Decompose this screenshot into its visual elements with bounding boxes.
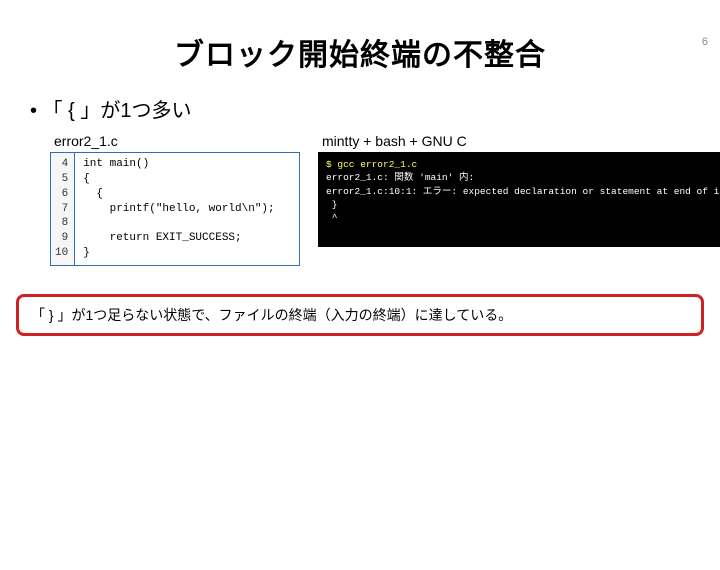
code-content: int main() { { printf("hello, world\n");…	[75, 153, 282, 265]
callout-box: 「 } 」が1つ足らない状態で、ファイルの終端（入力の終端）に達している。	[16, 294, 704, 336]
code-box: 4 5 6 7 8 9 10 int main() { { printf("he…	[50, 152, 300, 266]
line-number-gutter: 4 5 6 7 8 9 10	[51, 153, 75, 265]
code-panel-label: error2_1.c	[50, 133, 300, 149]
bullet-text: • 「 { 」が1つ多い	[30, 94, 720, 123]
page-number: 6	[702, 36, 708, 48]
terminal-command: $ gcc error2_1.c	[326, 159, 417, 170]
page-title: ブロック開始終端の不整合	[0, 30, 720, 74]
terminal-body: error2_1.c: 関数 'main' 内: error2_1.c:10:1…	[326, 172, 720, 223]
terminal-panel-label: mintty + bash + GNU C	[318, 133, 720, 149]
terminal-output: $ gcc error2_1.c error2_1.c: 関数 'main' 内…	[318, 152, 720, 247]
code-panel: error2_1.c 4 5 6 7 8 9 10 int main() { {…	[50, 133, 300, 266]
panels-row: error2_1.c 4 5 6 7 8 9 10 int main() { {…	[50, 133, 696, 266]
terminal-panel: mintty + bash + GNU C $ gcc error2_1.c e…	[318, 133, 720, 247]
